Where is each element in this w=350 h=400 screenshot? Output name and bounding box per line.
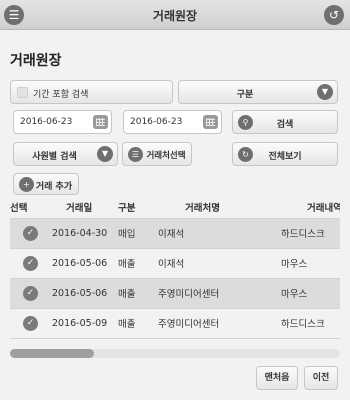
period-search-label: 기간 포함 검색: [33, 90, 89, 100]
client-select-button[interactable]: ☰ 거래처선택: [122, 142, 192, 166]
cell-date: 2016-05-06: [52, 278, 118, 309]
scrollbar-thumb[interactable]: [10, 349, 94, 358]
cell-type: 매입: [118, 218, 153, 249]
check-icon[interactable]: ✓: [23, 225, 38, 241]
search-button-label: 검색: [276, 120, 294, 130]
date-from-input[interactable]: 2016-06-23: [13, 110, 112, 134]
check-icon[interactable]: ✓: [23, 315, 38, 331]
table-row[interactable]: ✓ 2016-05-06 매출 이재석 마우스: [10, 248, 340, 279]
page-title: 거래원장: [10, 53, 62, 69]
cell-detail: 마우스: [281, 248, 340, 279]
top-bar: ☰ 거래원장 ↺: [0, 0, 350, 30]
column-header: 구분: [118, 196, 153, 219]
calendar-icon[interactable]: [203, 115, 218, 129]
refresh-back-icon[interactable]: ↺: [324, 5, 344, 25]
cell-detail: 하드디스크: [281, 218, 340, 249]
employee-select-value: 사원별 검색: [32, 152, 77, 162]
employee-select[interactable]: 사원별 검색 ▼: [13, 142, 118, 166]
date-to-input[interactable]: 2016-06-23: [123, 110, 222, 134]
cell-detail: 하드디스크: [281, 308, 340, 339]
add-transaction-button[interactable]: + 거래 추가: [13, 173, 79, 195]
view-all-button[interactable]: ↻ 전체보기: [232, 142, 338, 166]
chevron-down-icon: ▼: [317, 84, 333, 100]
search-button[interactable]: ⚲ 검색: [232, 110, 338, 134]
date-to-value: 2016-06-23: [130, 117, 183, 127]
cell-type: 매출: [118, 248, 153, 279]
column-header: 거래처명: [153, 196, 281, 219]
first-page-button[interactable]: 맨처음: [256, 366, 298, 390]
table-row[interactable]: ✓ 2016-05-09 매출 주영미디어센터 하드디스크: [10, 308, 340, 339]
check-icon[interactable]: ✓: [23, 285, 38, 301]
column-header: 거래내역: [281, 196, 340, 219]
date-from-value: 2016-06-23: [20, 117, 73, 127]
cell-date: 2016-05-09: [52, 308, 118, 339]
app-title: 거래원장: [152, 9, 198, 23]
cell-type: 매출: [118, 278, 153, 309]
cell-client: 이재석: [153, 218, 281, 249]
check-icon[interactable]: ✓: [23, 255, 38, 271]
column-header: 거래일: [52, 196, 118, 219]
calendar-icon[interactable]: [93, 115, 108, 129]
type-select-value: 구분: [236, 90, 254, 100]
transactions-table: 선택 거래일 구분 거래처명 거래내역 ✓ 2016-04-30 매입 이재석 …: [10, 196, 340, 340]
column-header: 선택: [10, 196, 52, 219]
client-select-label: 거래처선택: [146, 151, 186, 161]
view-all-label: 전체보기: [268, 152, 302, 162]
type-select[interactable]: 구분 ▼: [178, 80, 338, 104]
add-transaction-label: 거래 추가: [35, 182, 73, 192]
chevron-down-icon: ▼: [97, 146, 113, 162]
table-row[interactable]: ✓ 2016-04-30 매입 이재석 하드디스크: [10, 218, 340, 249]
checkbox-icon[interactable]: [17, 87, 28, 98]
cell-type: 매출: [118, 308, 153, 339]
table-header: 선택 거래일 구분 거래처명 거래내역: [10, 196, 340, 219]
table-row[interactable]: ✓ 2016-05-06 매출 주영미디어센터 마우스: [10, 278, 340, 309]
cell-client: 주영미디어센터: [153, 278, 281, 309]
cell-detail: 마우스: [281, 278, 340, 309]
cell-date: 2016-05-06: [52, 248, 118, 279]
prev-page-button[interactable]: 이전: [304, 366, 338, 390]
cell-date: 2016-04-30: [52, 218, 118, 249]
period-search-checkbox[interactable]: 기간 포함 검색: [10, 80, 173, 104]
cell-client: 이재석: [153, 248, 281, 279]
horizontal-scrollbar[interactable]: [10, 349, 340, 358]
cell-client: 주영미디어센터: [153, 308, 281, 339]
